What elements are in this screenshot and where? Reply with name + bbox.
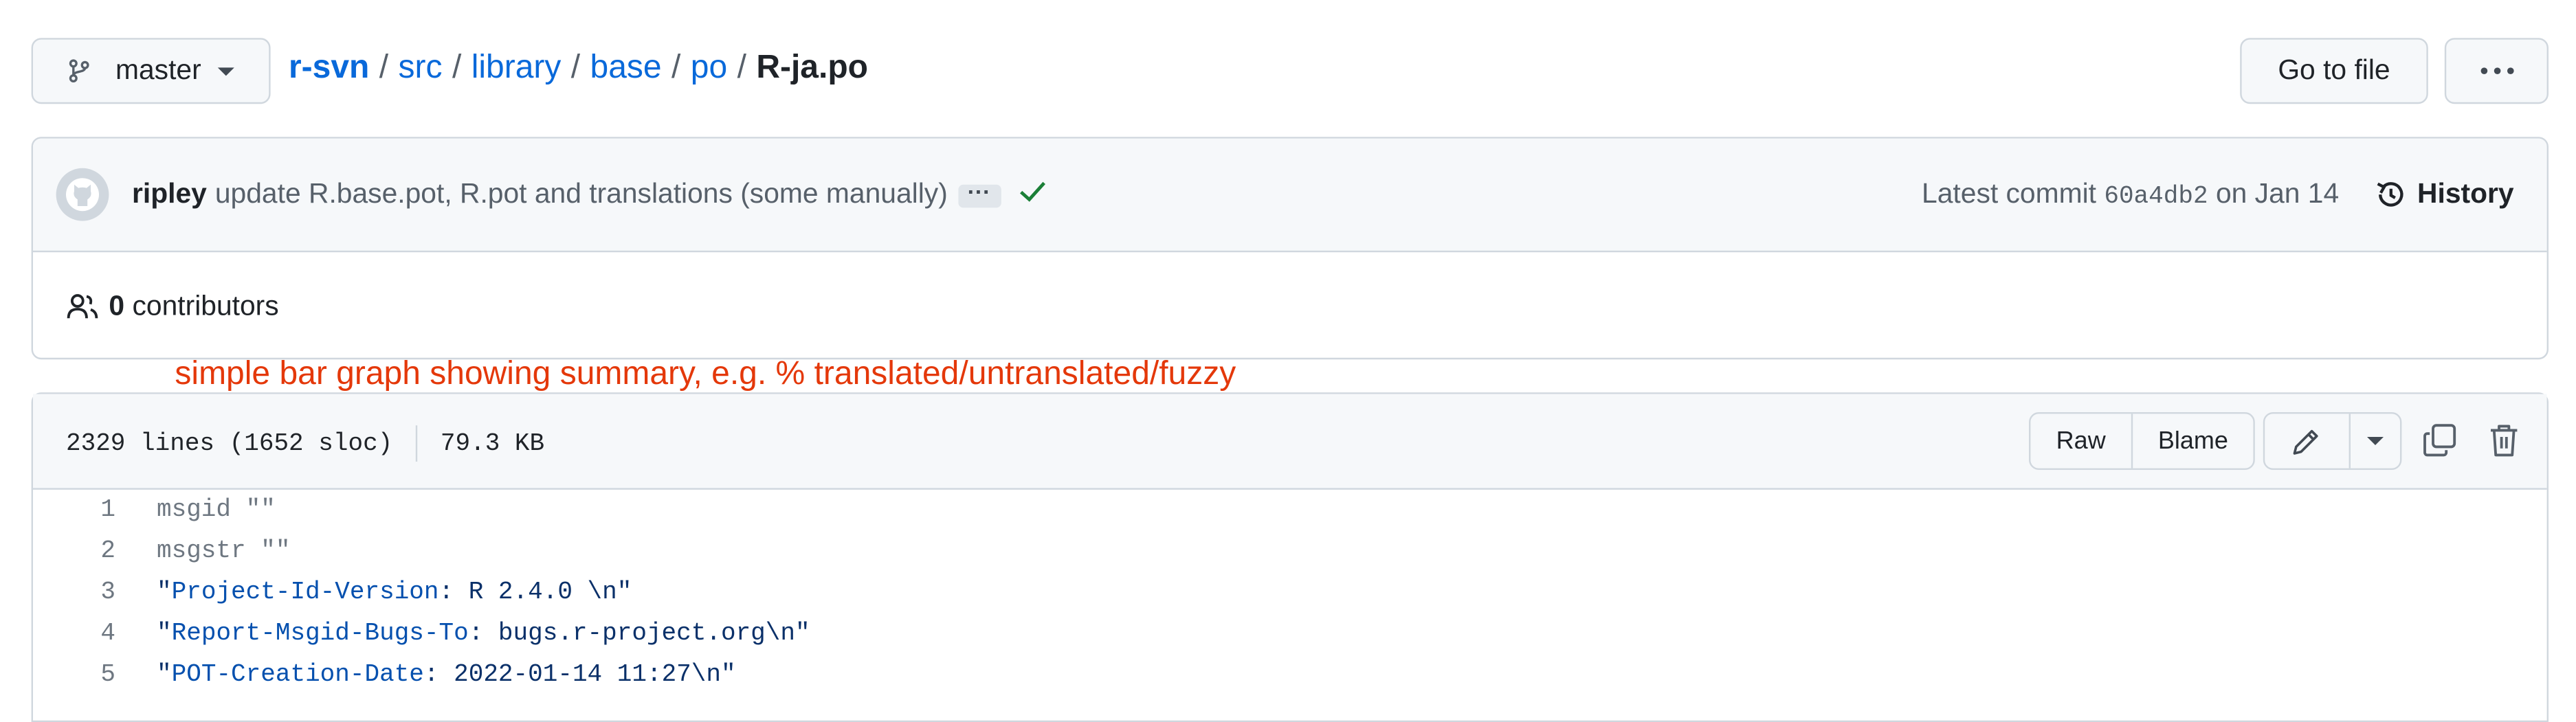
raw-button[interactable]: Raw (2030, 414, 2131, 468)
breadcrumb-dir-link[interactable]: base (590, 49, 662, 86)
string-quote: " (157, 620, 172, 648)
avatar[interactable] (56, 168, 109, 221)
header-value: : bugs.r-project.org\n" (468, 620, 810, 648)
history-label: History (2417, 178, 2514, 210)
code-line: 4 "Report-Msgid-Bugs-To: bugs.r-project.… (33, 613, 2547, 655)
line-number[interactable]: 1 (33, 490, 115, 531)
breadcrumb-separator: / (452, 49, 462, 86)
annotation-note: simple bar graph showing summary, e.g. %… (175, 356, 1236, 393)
edit-button-group (2263, 412, 2402, 470)
code-line: 3 "Project-Id-Version: R 2.4.0 \n" (33, 572, 2547, 613)
line-number[interactable]: 2 (33, 531, 115, 572)
string-quote: " (157, 661, 172, 690)
blame-button[interactable]: Blame (2131, 414, 2253, 469)
commit-summary: ripley update R.base.pot, R.pot and trans… (132, 178, 1047, 212)
latest-commit-info: Latest commit 60a4db2 on Jan 14 (1922, 178, 2339, 211)
line-text: "Project-Id-Version: R 2.4.0 \n" (157, 572, 632, 613)
commit-expand-button[interactable]: ··· (957, 179, 1001, 207)
triangle-down-icon (2366, 437, 2384, 445)
more-options-button[interactable] (2444, 38, 2549, 104)
chevron-down-icon (217, 67, 234, 76)
line-text: msgstr "" (157, 537, 291, 566)
history-icon (2377, 182, 2404, 207)
branch-selector-button[interactable]: master (31, 38, 271, 104)
breadcrumb-current-file: R-ja.po (756, 49, 868, 86)
go-to-file-button[interactable]: Go to file (2240, 38, 2428, 104)
file-viewer: 2329 lines (1652 sloc) 79.3 KB Raw Blame (31, 392, 2549, 722)
code-line: 2 msgstr "" (33, 531, 2547, 572)
file-header: 2329 lines (1652 sloc) 79.3 KB Raw Blame (33, 394, 2547, 490)
commit-message-link[interactable]: update R.base.pot, R.pot and translation… (215, 178, 948, 210)
breadcrumb-dir-link[interactable]: library (471, 49, 562, 86)
line-number[interactable]: 4 (33, 613, 115, 655)
latest-commit-box: ripley update R.base.pot, R.pot and trans… (31, 137, 2549, 360)
contributors-link[interactable]: 0 contributors (66, 290, 279, 323)
commit-row: ripley update R.base.pot, R.pot and trans… (33, 138, 2547, 253)
kebab-horizontal-icon (2480, 67, 2513, 75)
file-size: 79.3 KB (440, 429, 545, 458)
check-icon (1019, 181, 1045, 202)
line-text: "POT-Creation-Date: 2022-01-14 11:27\n" (157, 655, 736, 696)
breadcrumb-dir-link[interactable]: po (691, 49, 727, 86)
contributors-label: contributors (132, 290, 279, 322)
code-listing: 1 msgid "" 2 msgstr "" 3 "Project-Id-Ver… (33, 490, 2547, 696)
delete-file-button[interactable] (2487, 422, 2520, 466)
header-value: : R 2.4.0 \n" (438, 578, 632, 607)
breadcrumb-separator: / (570, 49, 581, 86)
contributors-count: 0 (109, 290, 125, 322)
header-key: POT-Creation-Date (171, 661, 424, 690)
copy-icon (2423, 424, 2456, 457)
commit-sha-link[interactable]: 60a4db2 (2104, 183, 2208, 211)
line-text: msgid "" (157, 496, 276, 525)
branch-name: master (115, 54, 201, 86)
breadcrumb-separator: / (737, 49, 746, 86)
edit-dropdown-button[interactable] (2349, 414, 2400, 469)
commit-date: on Jan 14 (2215, 178, 2340, 210)
trash-icon (2491, 425, 2518, 457)
code-line: 5 "POT-Creation-Date: 2022-01-14 11:27\n… (33, 655, 2547, 696)
breadcrumb-repo-link[interactable]: r-svn (289, 49, 369, 86)
line-number[interactable]: 3 (33, 572, 115, 613)
breadcrumb-dir-link[interactable]: src (399, 49, 443, 86)
contributors-row: 0 contributors (33, 252, 2547, 358)
raw-blame-group: Raw Blame (2029, 412, 2255, 470)
check-status-icon[interactable] (1017, 178, 1047, 212)
code-line: 1 msgid "" (33, 490, 2547, 531)
file-lines-info: 2329 lines (1652 sloc) (66, 429, 393, 458)
line-text: "Report-Msgid-Bugs-To: bugs.r-project.or… (157, 613, 810, 655)
pencil-icon (2294, 429, 2319, 454)
breadcrumb-separator: / (379, 49, 389, 86)
latest-commit-label: Latest commit (1922, 178, 2096, 210)
edit-button[interactable] (2265, 414, 2349, 468)
string-quote: " (157, 578, 172, 607)
breadcrumb-separator: / (671, 49, 681, 86)
file-info: 2329 lines (1652 sloc) 79.3 KB (66, 425, 544, 462)
header-key: Project-Id-Version (171, 578, 439, 607)
line-number[interactable]: 5 (33, 655, 115, 696)
github-octocat-icon (66, 178, 99, 212)
copy-raw-button[interactable] (2421, 422, 2458, 466)
breadcrumb: r-svn / src / library / base / po / R-ja.po (289, 49, 868, 87)
people-icon (67, 294, 98, 319)
header-key: Report-Msgid-Bugs-To (171, 620, 469, 648)
divider (415, 425, 418, 462)
commit-author-link[interactable]: ripley (132, 178, 207, 210)
git-branch-icon (69, 59, 89, 83)
history-link[interactable]: History (2375, 178, 2514, 211)
header-value: : 2022-01-14 11:27\n" (423, 661, 736, 690)
